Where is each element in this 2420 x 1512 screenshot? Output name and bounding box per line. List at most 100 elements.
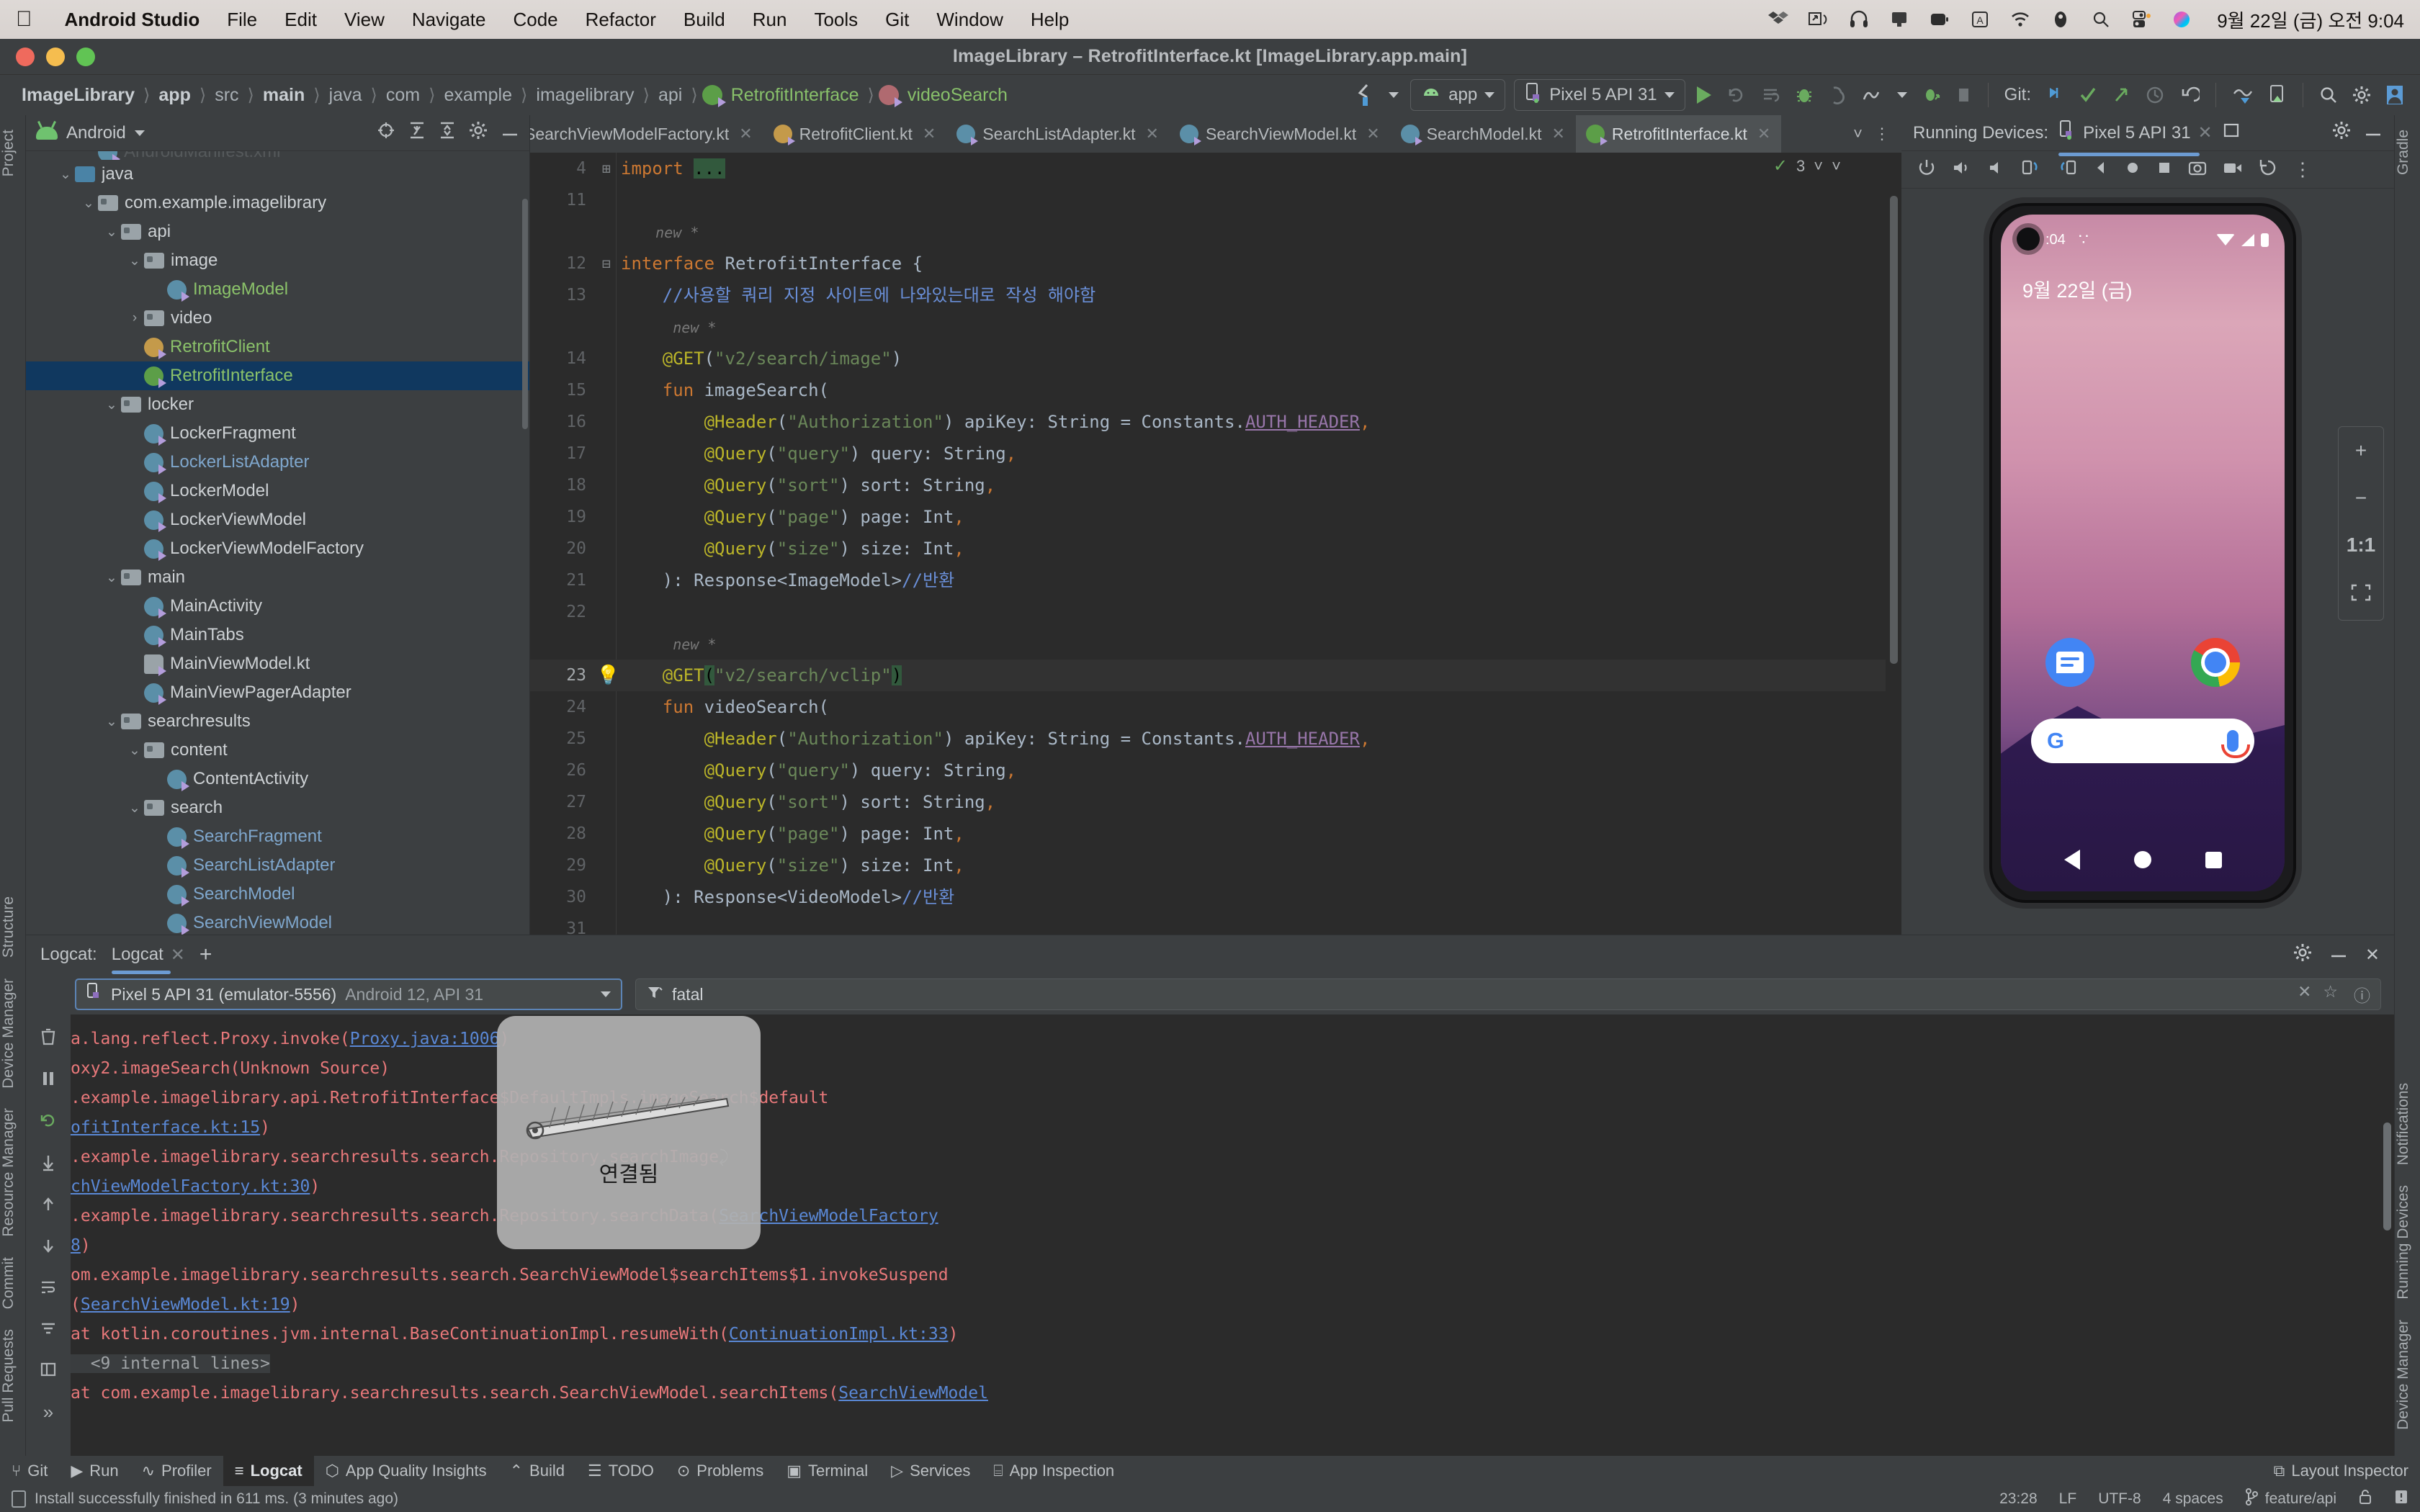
volume-up-icon[interactable] [1952,159,1972,180]
editor-line[interactable]: 23 💡 @GET("v2/search/vclip") [530,660,1901,691]
headphones-icon[interactable] [1848,9,1870,30]
menu-build[interactable]: Build [670,9,739,31]
chevron-down-icon[interactable]: ⌄ [125,742,144,759]
menu-help[interactable]: Help [1017,9,1083,31]
tool-window-button-profiler[interactable]: ∿ Profiler [130,1456,223,1486]
close-icon[interactable]: ✕ [1551,125,1564,143]
tree-item-imagemodel[interactable]: ImageModel [26,275,529,304]
running-device-tab[interactable]: Pixel 5 API 31 ✕ [2058,120,2213,156]
spotlight-search-icon[interactable] [2090,9,2112,30]
update-project-icon[interactable] [2038,79,2071,111]
run-button[interactable] [1690,79,1718,111]
sidebar-item-gradle[interactable]: Gradle [2395,120,2412,185]
file-encoding[interactable]: UTF-8 [2098,1490,2141,1508]
snapshot-icon[interactable] [2259,158,2277,181]
close-icon[interactable]: ✕ [171,945,185,966]
inspection-widget[interactable]: ✓ 3 ˅ ˅ [1773,156,1841,176]
previous-problem-icon[interactable]: ˅ [1814,157,1823,176]
tree-item-mainviewmodel-kt[interactable]: MainViewModel.kt [26,649,529,678]
avd-manager-icon[interactable] [2261,79,2294,111]
clear-icon[interactable]: ✕ [2298,982,2311,1007]
tree-item-maintabs[interactable]: MainTabs [26,621,529,649]
tree-item-content[interactable]: ⌄ content [26,736,529,765]
menu-view[interactable]: View [331,9,398,31]
run-with-coverage-icon[interactable] [1914,79,1949,111]
more-icon[interactable]: ⋮ [2293,158,2312,181]
chevron-down-icon[interactable]: ⌄ [56,166,75,183]
tree-item-lockerviewmodel[interactable]: LockerViewModel [26,505,529,534]
editor-line[interactable]: 11 [530,184,1901,216]
tree-item-searchmodel[interactable]: SearchModel [26,880,529,909]
editor-line[interactable]: 21 ): Response<ImageModel>//반환 [530,564,1901,596]
siri-icon[interactable] [2171,9,2192,30]
back-navigation-icon[interactable] [1348,79,1381,111]
rollback-icon[interactable] [2172,79,2207,111]
soft-wrap-icon[interactable] [40,1278,57,1300]
filter-settings-icon[interactable] [40,1319,57,1341]
zoom-out-button[interactable]: − [2355,487,2367,508]
push-icon[interactable] [2105,79,2138,111]
logcat-log-text[interactable]: a.lang.reflect.Proxy.invoke(Proxy.java:1… [71,1014,2394,1456]
screen-record-icon[interactable] [2223,160,2243,179]
tree-item-search[interactable]: ⌄ search [26,793,529,822]
tree-item-searchfragment[interactable]: SearchFragment [26,822,529,851]
toggle-icon[interactable] [2130,9,2152,30]
module-selector[interactable]: app [1410,79,1506,111]
tree-item-locker[interactable]: ⌄ locker [26,390,529,419]
stacktrace-link[interactable]: SearchViewModel.kt:19 [81,1295,290,1314]
hide-icon[interactable] [2364,123,2383,143]
tool-window-button-terminal[interactable]: ▣ Terminal [775,1456,879,1486]
settings-icon[interactable] [2345,79,2378,111]
display-icon[interactable] [1888,9,1910,30]
project-tree-scrollbar[interactable] [522,199,528,429]
breadcrumb-com[interactable]: com [382,85,424,106]
apple-logo-icon[interactable]:  [16,9,32,30]
menu-window[interactable]: Window [923,9,1016,31]
tree-item-lockermodel[interactable]: LockerModel [26,477,529,505]
breadcrumb-example[interactable]: example [440,85,517,106]
editor-line[interactable]: 17 @Query("query") query: String, [530,438,1901,469]
apply-changes-icon[interactable] [1753,79,1788,111]
tree-item-contentactivity[interactable]: ContentActivity [26,765,529,793]
settings-icon[interactable] [2332,121,2351,145]
editor-tab-retrofitclient-kt[interactable]: RetrofitClient.kt ✕ [763,115,947,153]
account-icon[interactable] [2378,79,2411,111]
breadcrumb-app[interactable]: app [154,85,194,106]
stacktrace-link[interactable]: 8 [71,1236,81,1255]
sidebar-item-device-manager-right[interactable]: Device Manager [2395,1310,2412,1440]
new-tab-icon[interactable] [2223,122,2240,143]
breadcrumb-api[interactable]: api [654,85,686,106]
editor-scrollbar[interactable] [1886,153,1901,935]
tree-item-androidmanifest-xml[interactable]: AndroidManifest.xml [26,151,529,160]
pause-icon[interactable] [40,1070,56,1092]
tree-item-video[interactable]: › video [26,304,529,333]
sidebar-item-commit[interactable]: Commit [0,1247,17,1319]
tree-item-lockerviewmodelfactory[interactable]: LockerViewModelFactory [26,534,529,563]
tree-item-mainactivity[interactable]: MainActivity [26,592,529,621]
macos-clock[interactable]: 9월 22일 (금) 오전 9:04 [2217,6,2404,33]
editor-tab-retrofitinterface-kt[interactable]: RetrofitInterface.kt ✕ [1575,115,1782,153]
microphone-icon[interactable] [2221,730,2250,758]
editor-line[interactable]: new * [530,628,1901,660]
code-fold-icon[interactable]: ⊞ [596,153,617,184]
attach-debugger-icon[interactable] [1821,79,1854,111]
tool-window-button-logcat[interactable]: ≡ Logcat [223,1456,314,1486]
editor-scrollbar-thumb[interactable] [1890,196,1898,664]
stacktrace-link[interactable]: SearchViewModel [838,1384,988,1403]
code-fold-icon[interactable]: ⊟ [596,248,617,279]
editor-line[interactable]: 27 @Query("sort") sort: String, [530,786,1901,818]
logcat-tab[interactable]: Logcat ✕ [111,935,185,974]
collapse-all-icon[interactable] [439,121,456,145]
history-icon[interactable] [2138,79,2172,111]
editor-tab-searchviewmodel-kt[interactable]: SearchViewModel.kt ✕ [1170,115,1391,153]
project-tree[interactable]: AndroidManifest.xml⌄java⌄com.example.ima… [26,151,529,935]
tree-item-mainviewpageradapter[interactable]: MainViewPagerAdapter [26,678,529,707]
tool-window-button-app-inspection[interactable]: ⌸ App Inspection [982,1456,1126,1486]
tree-item-retrofitclient[interactable]: RetrofitClient [26,333,529,361]
editor-line[interactable]: 31 [530,913,1901,935]
editor-line[interactable]: new * [530,311,1901,343]
home-button[interactable] [2133,851,2151,868]
menu-edit[interactable]: Edit [271,9,331,31]
chevron-down-icon[interactable]: ⌄ [125,253,144,269]
settings-icon[interactable] [469,121,488,145]
